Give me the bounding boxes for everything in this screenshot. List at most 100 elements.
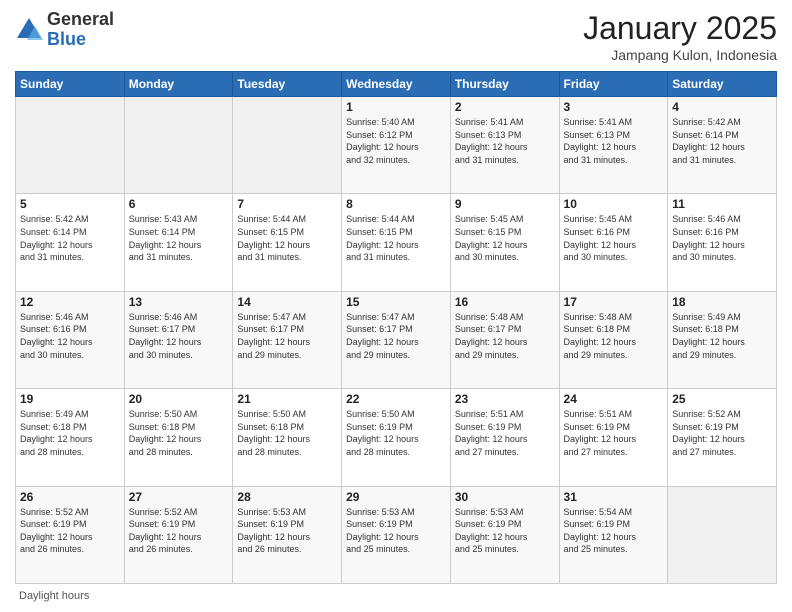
calendar-cell: 19Sunrise: 5:49 AM Sunset: 6:18 PM Dayli… xyxy=(16,389,125,486)
calendar-cell: 12 Sunrise: 5:46 AM Sunset: 6:16 PM Dayli… xyxy=(16,291,125,388)
calendar-week-0: 1 Sunrise: 5:40 AM Sunset: 6:12 PM Daylig… xyxy=(16,97,777,194)
day-number: 16 xyxy=(455,295,555,309)
day-info: Sunrise: 5:47 AM Sunset: 6:17 PM Dayligh… xyxy=(346,311,446,361)
day-number: 26 xyxy=(20,490,120,504)
month-title: January 2025 xyxy=(583,10,777,47)
calendar-cell: 31 Sunrise: 5:54 AM Sunset: 6:19 PM Dayli… xyxy=(559,486,668,583)
day-number: 3 xyxy=(564,100,664,114)
day-info: Sunrise: 5:49 AM Sunset: 6:18 PM Dayligh… xyxy=(20,408,120,458)
calendar-cell: 17 Sunrise: 5:48 AM Sunset: 6:18 PM Dayli… xyxy=(559,291,668,388)
title-block: January 2025 Jampang Kulon, Indonesia xyxy=(583,10,777,63)
calendar-cell: 11 Sunrise: 5:46 AM Sunset: 6:16 PM Dayli… xyxy=(668,194,777,291)
footer: Daylight hours xyxy=(15,590,777,602)
day-info: Sunrise: 5:53 AM Sunset: 6:19 PM Dayligh… xyxy=(455,506,555,556)
calendar-table: SundayMondayTuesdayWednesdayThursdayFrid… xyxy=(15,71,777,584)
calendar-cell: 28 Sunrise: 5:53 AM Sunset: 6:19 PM Dayli… xyxy=(233,486,342,583)
calendar-cell: 5 Sunrise: 5:42 AM Sunset: 6:14 PM Daylig… xyxy=(16,194,125,291)
day-number: 30 xyxy=(455,490,555,504)
day-info: Sunrise: 5:51 AM Sunset: 6:19 PM Dayligh… xyxy=(564,408,664,458)
calendar-cell: 26Sunrise: 5:52 AM Sunset: 6:19 PM Dayli… xyxy=(16,486,125,583)
header-day-tuesday: Tuesday xyxy=(233,72,342,97)
calendar-cell: 9Sunrise: 5:45 AM Sunset: 6:15 PM Daylig… xyxy=(450,194,559,291)
day-number: 25 xyxy=(672,392,772,406)
logo-icon xyxy=(15,16,43,44)
header-day-thursday: Thursday xyxy=(450,72,559,97)
calendar-header-row: SundayMondayTuesdayWednesdayThursdayFrid… xyxy=(16,72,777,97)
day-info: Sunrise: 5:46 AM Sunset: 6:17 PM Dayligh… xyxy=(129,311,229,361)
calendar-cell: 21 Sunrise: 5:50 AM Sunset: 6:18 PM Dayli… xyxy=(233,389,342,486)
day-info: Sunrise: 5:40 AM Sunset: 6:12 PM Dayligh… xyxy=(346,116,446,166)
calendar-cell: 25 Sunrise: 5:52 AM Sunset: 6:19 PM Dayli… xyxy=(668,389,777,486)
day-number: 29 xyxy=(346,490,446,504)
calendar-cell: 24 Sunrise: 5:51 AM Sunset: 6:19 PM Dayli… xyxy=(559,389,668,486)
calendar-cell: 15Sunrise: 5:47 AM Sunset: 6:17 PM Dayli… xyxy=(342,291,451,388)
header-day-wednesday: Wednesday xyxy=(342,72,451,97)
header: General Blue January 2025 Jampang Kulon,… xyxy=(15,10,777,63)
day-number: 8 xyxy=(346,197,446,211)
page: General Blue January 2025 Jampang Kulon,… xyxy=(0,0,792,612)
calendar-cell: 8 Sunrise: 5:44 AM Sunset: 6:15 PM Daylig… xyxy=(342,194,451,291)
day-number: 14 xyxy=(237,295,337,309)
day-info: Sunrise: 5:48 AM Sunset: 6:18 PM Dayligh… xyxy=(564,311,664,361)
day-number: 18 xyxy=(672,295,772,309)
logo-blue-text: Blue xyxy=(47,29,86,49)
calendar-cell: 1 Sunrise: 5:40 AM Sunset: 6:12 PM Daylig… xyxy=(342,97,451,194)
day-number: 31 xyxy=(564,490,664,504)
day-number: 20 xyxy=(129,392,229,406)
day-number: 2 xyxy=(455,100,555,114)
day-number: 6 xyxy=(129,197,229,211)
calendar-cell xyxy=(16,97,125,194)
day-info: Sunrise: 5:46 AM Sunset: 6:16 PM Dayligh… xyxy=(20,311,120,361)
logo-text: General Blue xyxy=(47,10,114,50)
calendar-cell xyxy=(233,97,342,194)
day-info: Sunrise: 5:49 AM Sunset: 6:18 PM Dayligh… xyxy=(672,311,772,361)
day-info: Sunrise: 5:50 AM Sunset: 6:18 PM Dayligh… xyxy=(129,408,229,458)
day-number: 12 xyxy=(20,295,120,309)
day-number: 7 xyxy=(237,197,337,211)
day-number: 28 xyxy=(237,490,337,504)
day-info: Sunrise: 5:54 AM Sunset: 6:19 PM Dayligh… xyxy=(564,506,664,556)
day-info: Sunrise: 5:48 AM Sunset: 6:17 PM Dayligh… xyxy=(455,311,555,361)
day-info: Sunrise: 5:41 AM Sunset: 6:13 PM Dayligh… xyxy=(455,116,555,166)
day-number: 11 xyxy=(672,197,772,211)
day-info: Sunrise: 5:41 AM Sunset: 6:13 PM Dayligh… xyxy=(564,116,664,166)
calendar-cell: 20 Sunrise: 5:50 AM Sunset: 6:18 PM Dayli… xyxy=(124,389,233,486)
day-info: Sunrise: 5:44 AM Sunset: 6:15 PM Dayligh… xyxy=(346,213,446,263)
location: Jampang Kulon, Indonesia xyxy=(583,47,777,63)
day-info: Sunrise: 5:53 AM Sunset: 6:19 PM Dayligh… xyxy=(346,506,446,556)
header-day-saturday: Saturday xyxy=(668,72,777,97)
calendar-cell: 16 Sunrise: 5:48 AM Sunset: 6:17 PM Dayli… xyxy=(450,291,559,388)
calendar-cell: 18 Sunrise: 5:49 AM Sunset: 6:18 PM Dayli… xyxy=(668,291,777,388)
day-number: 21 xyxy=(237,392,337,406)
footer-text: Daylight hours xyxy=(19,590,89,602)
logo: General Blue xyxy=(15,10,114,50)
logo-general-text: General xyxy=(47,9,114,29)
day-info: Sunrise: 5:52 AM Sunset: 6:19 PM Dayligh… xyxy=(672,408,772,458)
day-info: Sunrise: 5:50 AM Sunset: 6:18 PM Dayligh… xyxy=(237,408,337,458)
day-info: Sunrise: 5:51 AM Sunset: 6:19 PM Dayligh… xyxy=(455,408,555,458)
calendar-cell: 29 Sunrise: 5:53 AM Sunset: 6:19 PM Dayli… xyxy=(342,486,451,583)
day-number: 4 xyxy=(672,100,772,114)
day-number: 24 xyxy=(564,392,664,406)
calendar-cell: 30 Sunrise: 5:53 AM Sunset: 6:19 PM Dayli… xyxy=(450,486,559,583)
calendar-cell: 4Sunrise: 5:42 AM Sunset: 6:14 PM Daylig… xyxy=(668,97,777,194)
day-number: 27 xyxy=(129,490,229,504)
day-number: 10 xyxy=(564,197,664,211)
calendar-cell: 2 Sunrise: 5:41 AM Sunset: 6:13 PM Daylig… xyxy=(450,97,559,194)
day-number: 1 xyxy=(346,100,446,114)
day-info: Sunrise: 5:52 AM Sunset: 6:19 PM Dayligh… xyxy=(129,506,229,556)
calendar-week-2: 12 Sunrise: 5:46 AM Sunset: 6:16 PM Dayli… xyxy=(16,291,777,388)
day-info: Sunrise: 5:45 AM Sunset: 6:15 PM Dayligh… xyxy=(455,213,555,263)
header-day-friday: Friday xyxy=(559,72,668,97)
day-info: Sunrise: 5:53 AM Sunset: 6:19 PM Dayligh… xyxy=(237,506,337,556)
calendar-cell: 13Sunrise: 5:46 AM Sunset: 6:17 PM Dayli… xyxy=(124,291,233,388)
day-number: 17 xyxy=(564,295,664,309)
calendar-cell: 3 Sunrise: 5:41 AM Sunset: 6:13 PM Daylig… xyxy=(559,97,668,194)
calendar-week-3: 19Sunrise: 5:49 AM Sunset: 6:18 PM Dayli… xyxy=(16,389,777,486)
calendar-cell xyxy=(668,486,777,583)
day-info: Sunrise: 5:42 AM Sunset: 6:14 PM Dayligh… xyxy=(20,213,120,263)
calendar-cell: 23Sunrise: 5:51 AM Sunset: 6:19 PM Dayli… xyxy=(450,389,559,486)
day-info: Sunrise: 5:46 AM Sunset: 6:16 PM Dayligh… xyxy=(672,213,772,263)
day-number: 5 xyxy=(20,197,120,211)
day-info: Sunrise: 5:50 AM Sunset: 6:19 PM Dayligh… xyxy=(346,408,446,458)
